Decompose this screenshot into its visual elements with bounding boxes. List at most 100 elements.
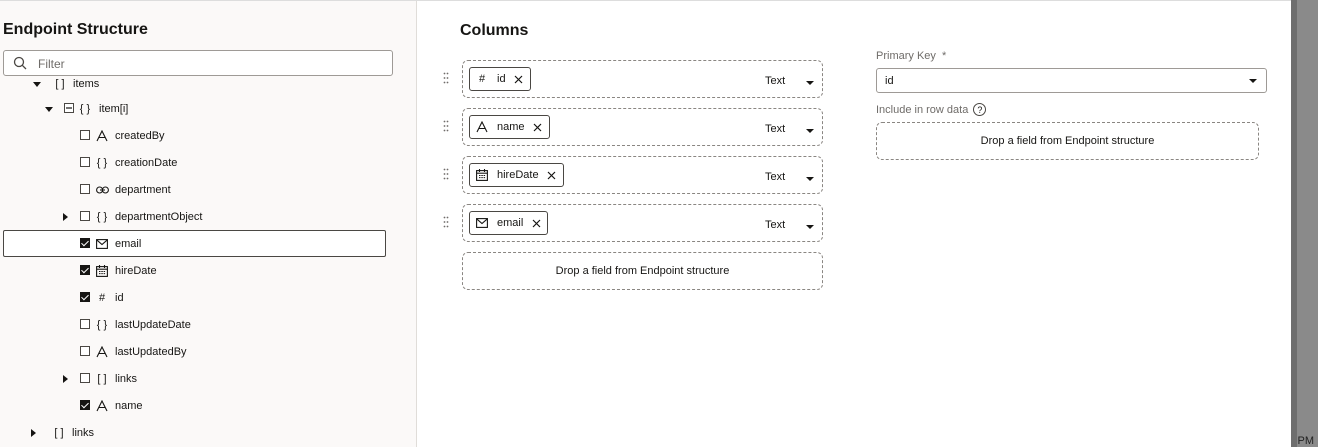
tree-checkbox-checked[interactable] [80, 238, 90, 248]
tree-node-label: creationDate [115, 156, 178, 169]
tree-checkbox[interactable] [80, 346, 90, 356]
tree-checkbox[interactable] [80, 211, 90, 221]
tree-node-links-nested[interactable]: [ ] links [0, 365, 416, 392]
tree-node-label: links [115, 372, 138, 385]
column-slot[interactable]: email Text [462, 204, 823, 242]
chevron-down-icon[interactable] [806, 129, 814, 133]
drag-handle-icon[interactable] [443, 72, 449, 84]
text-icon [95, 399, 109, 413]
chevron-down-icon[interactable] [1249, 79, 1257, 83]
dialog: Endpoint Structure Filter [ ] items {} … [0, 0, 1291, 447]
chevron-down-icon[interactable] [806, 81, 814, 85]
drag-handle-icon[interactable] [443, 216, 449, 228]
primary-key-value: id [885, 75, 894, 87]
filter-input[interactable]: Filter [3, 50, 393, 76]
endpoint-structure-title: Endpoint Structure [3, 21, 148, 38]
chevron-down-icon[interactable] [806, 177, 814, 181]
field-chip[interactable]: email [469, 211, 549, 235]
tree-checkbox[interactable] [80, 157, 90, 167]
mail-icon [95, 237, 109, 251]
tree-checkbox[interactable] [80, 130, 90, 140]
expanded-icon[interactable] [32, 79, 42, 89]
tree-node-hiredate[interactable]: hireDate [0, 257, 416, 284]
row-data-label: Include in row data ? [876, 103, 987, 116]
tree-node-label: name [115, 399, 143, 412]
type-select[interactable]: Text [765, 75, 785, 87]
chip-label: hireDate [497, 169, 539, 181]
tree-node-item-i[interactable]: { } item[i] [0, 95, 416, 122]
drag-handle-icon[interactable] [443, 120, 449, 132]
filter-placeholder: Filter [38, 57, 65, 71]
field-chip[interactable]: hireDate [469, 163, 564, 187]
columns-title: Columns [460, 22, 529, 39]
object-icon: { } [79, 102, 91, 115]
endpoint-structure-panel: Endpoint Structure Filter [ ] items {} … [0, 1, 417, 447]
object-icon: { } [96, 210, 108, 223]
collapsed-icon[interactable] [28, 428, 38, 438]
required-mark: * [941, 50, 947, 62]
tree-node-items[interactable]: [ ] items [0, 76, 416, 97]
tree-node-lastupdatedby[interactable]: lastUpdatedBy [0, 338, 416, 365]
column-row-hiredate: hireDate Text [440, 156, 830, 194]
chevron-down-icon[interactable] [806, 225, 814, 229]
collapsed-icon[interactable] [60, 212, 70, 222]
tree-node-label: department [115, 183, 171, 196]
primary-key-label-text: Primary Key [876, 50, 936, 62]
type-select[interactable]: Text [765, 171, 785, 183]
close-icon[interactable] [531, 218, 541, 228]
chip-label: id [497, 73, 506, 85]
dialog-shadow [1291, 0, 1297, 447]
array-icon: [ ] [55, 77, 65, 90]
row-data-drop-zone[interactable]: Drop a field from Endpoint structure [876, 122, 1259, 160]
tree-checkbox-checked[interactable] [80, 400, 90, 410]
field-chip[interactable]: # id [469, 67, 531, 91]
column-slot[interactable]: # id Text [462, 60, 823, 98]
background-page: PM [1291, 0, 1318, 447]
close-icon[interactable] [514, 74, 524, 84]
tree-node-label: items [73, 77, 100, 90]
tree-node-createdby[interactable]: createdBy [0, 122, 416, 149]
row-data-label-text: Include in row data [876, 103, 969, 116]
columns-drop-zone[interactable]: Drop a field from Endpoint structure [462, 252, 823, 290]
search-icon [13, 56, 27, 70]
collapsed-icon[interactable] [60, 374, 70, 384]
primary-key-select[interactable]: id [876, 68, 1267, 93]
type-select[interactable]: Text [765, 219, 785, 231]
primary-key-label: Primary Key * [876, 50, 946, 62]
tree-node-label: createdBy [115, 129, 165, 142]
tree-node-creationdate[interactable]: { } creationDate [0, 149, 416, 176]
tree-node-label: links [72, 426, 95, 439]
column-slot[interactable]: name Text [462, 108, 823, 146]
link-icon [95, 183, 109, 197]
calendar-icon [475, 168, 489, 182]
help-icon[interactable]: ? [973, 103, 987, 116]
tree-node-lastupdatedate[interactable]: { } lastUpdateDate [0, 311, 416, 338]
array-icon: [ ] [97, 372, 107, 385]
background-time-fragment: PM [1297, 435, 1315, 447]
tree-node-department[interactable]: department [0, 176, 416, 203]
close-icon[interactable] [547, 170, 557, 180]
type-select[interactable]: Text [765, 123, 785, 135]
tree-node-id[interactable]: # id [0, 284, 416, 311]
tree-checkbox-checked[interactable] [80, 265, 90, 275]
tree-node-departmentobject[interactable]: { } departmentObject [0, 203, 416, 230]
calendar-icon [95, 264, 109, 278]
object-icon: { } [96, 156, 108, 169]
text-icon [475, 120, 489, 134]
tree-node-links[interactable]: [ ] links [0, 419, 416, 446]
tree-node-label: lastUpdateDate [115, 318, 191, 331]
tree-checkbox[interactable] [80, 319, 90, 329]
drag-handle-icon[interactable] [443, 168, 449, 180]
expanded-icon[interactable] [44, 104, 54, 114]
tree-checkbox-partial[interactable] [64, 103, 74, 113]
array-icon: [ ] [54, 426, 64, 439]
column-slot[interactable]: hireDate Text [462, 156, 823, 194]
tree-checkbox[interactable] [80, 373, 90, 383]
tree-checkbox[interactable] [80, 184, 90, 194]
tree-node-label: lastUpdatedBy [115, 345, 187, 358]
close-icon[interactable] [533, 122, 543, 132]
tree-checkbox-checked[interactable] [80, 292, 90, 302]
tree-node-name[interactable]: name [0, 392, 416, 419]
tree-node-email[interactable]: email [0, 230, 416, 257]
field-chip[interactable]: name [469, 115, 550, 139]
